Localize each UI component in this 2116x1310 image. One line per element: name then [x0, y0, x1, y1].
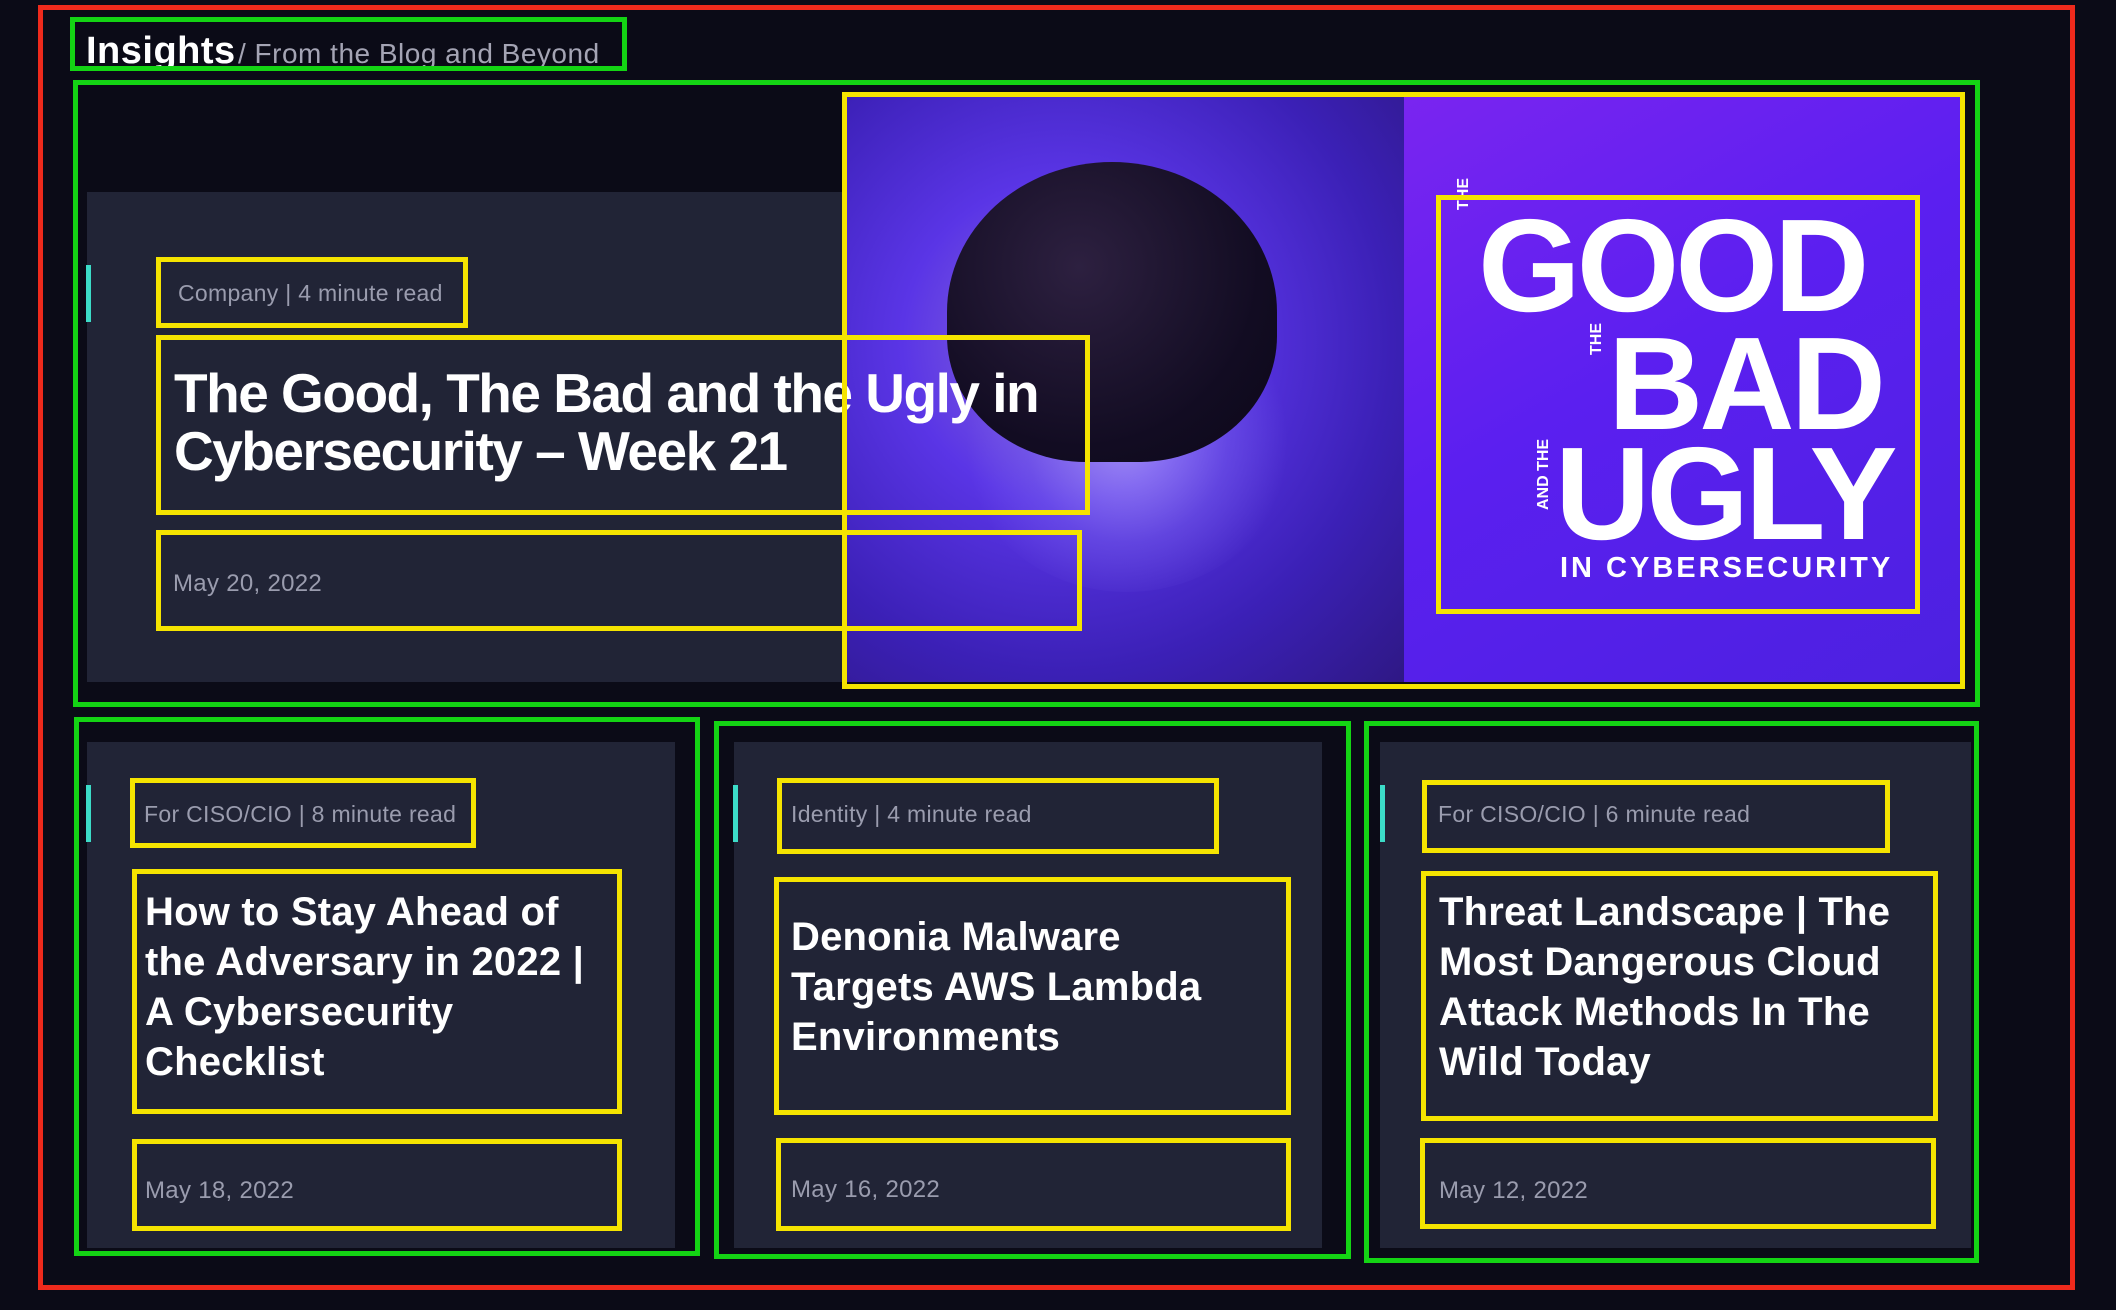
- meta-annotation-box: [156, 257, 468, 328]
- title-annotation-box: [156, 335, 1090, 515]
- title-annotation-box: [132, 869, 622, 1114]
- meta-annotation-box: [777, 778, 1219, 854]
- date-annotation-box: [1420, 1138, 1936, 1229]
- title-annotation-box: [774, 877, 1291, 1115]
- logo-annotation-box: [1436, 195, 1920, 614]
- meta-annotation-box: [1422, 780, 1890, 853]
- title-annotation-box: [1421, 871, 1938, 1121]
- meta-annotation-box: [130, 778, 476, 848]
- header-annotation-box: [70, 17, 627, 71]
- date-annotation-box: [776, 1138, 1291, 1231]
- date-annotation-box: [132, 1139, 622, 1231]
- date-annotation-box: [156, 530, 1082, 631]
